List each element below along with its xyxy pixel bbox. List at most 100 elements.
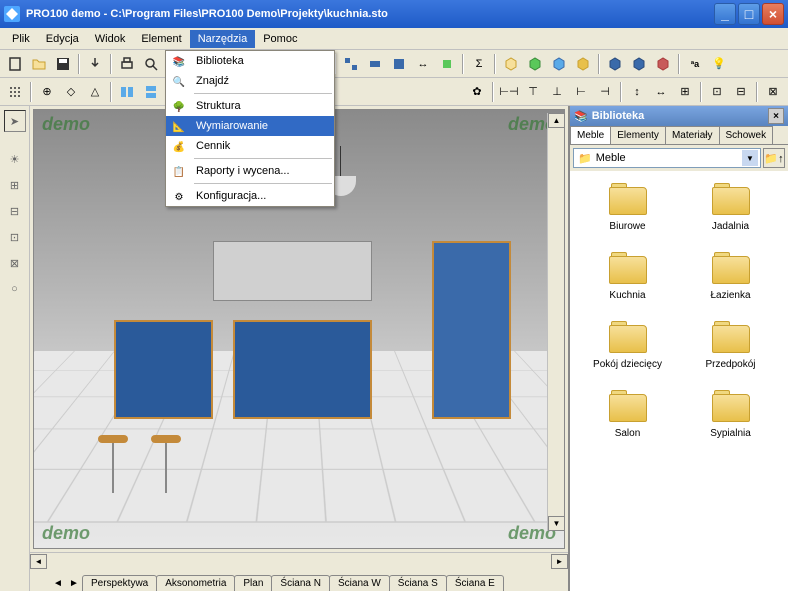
dim3-button[interactable]: ⊥ bbox=[546, 81, 568, 103]
box7-button[interactable] bbox=[652, 53, 674, 75]
folder-item[interactable]: Przedpokój bbox=[681, 317, 780, 374]
tab-nav-right[interactable]: ► bbox=[66, 575, 82, 591]
dim1-button[interactable]: ⊢⊣ bbox=[498, 81, 520, 103]
align2-button[interactable] bbox=[140, 81, 162, 103]
view-tab[interactable]: Ściana N bbox=[271, 575, 330, 591]
view-tab[interactable]: Aksonometria bbox=[156, 575, 235, 591]
menu-item-config[interactable]: ⚙Konfiguracja... bbox=[166, 186, 334, 206]
tool-e-button[interactable] bbox=[436, 53, 458, 75]
lt-tool2[interactable]: ⊟ bbox=[4, 200, 26, 222]
snap3-button[interactable]: △ bbox=[84, 81, 106, 103]
dim9-button[interactable]: ⊡ bbox=[706, 81, 728, 103]
menu-item-widok[interactable]: Widok bbox=[87, 30, 134, 48]
menu-item-edycja[interactable]: Edycja bbox=[38, 30, 87, 48]
watermark: demo bbox=[42, 114, 90, 135]
lt-tool4[interactable]: ⊠ bbox=[4, 252, 26, 274]
lt-tool3[interactable]: ⊡ bbox=[4, 226, 26, 248]
menu-item-find[interactable]: 🔍 Znajdź bbox=[166, 71, 334, 91]
library-title: Biblioteka bbox=[592, 110, 645, 122]
library-tab[interactable]: Materiały bbox=[665, 126, 720, 144]
scroll-vertical[interactable]: ▲ ▼ bbox=[547, 113, 564, 531]
tool-resize-button[interactable]: ↔ bbox=[412, 53, 434, 75]
open-button[interactable] bbox=[28, 53, 50, 75]
menu-item-plik[interactable]: Plik bbox=[4, 30, 38, 48]
view-tab[interactable]: Ściana E bbox=[446, 575, 504, 591]
dim7-button[interactable]: ↔ bbox=[650, 81, 672, 103]
library-content: BiuroweJadalniaKuchniaŁazienkaPokój dzie… bbox=[570, 171, 788, 591]
dim11-button[interactable]: ⊠ bbox=[762, 81, 784, 103]
menu-item-dimension[interactable]: 📐Wymiarowanie bbox=[166, 116, 334, 136]
menu-item-tree[interactable]: 🌳Struktura bbox=[166, 96, 334, 116]
scroll-horizontal[interactable]: ◄ ► bbox=[30, 552, 568, 569]
find-icon: 🔍 bbox=[170, 73, 188, 91]
tool-c-button[interactable] bbox=[364, 53, 386, 75]
menu-item-price[interactable]: 💰Cennik bbox=[166, 136, 334, 156]
bulb-button[interactable]: 💡 bbox=[708, 53, 730, 75]
dim10-button[interactable]: ⊟ bbox=[730, 81, 752, 103]
menu-bar: PlikEdycjaWidokElementNarzędziaPomoc bbox=[0, 28, 788, 50]
tab-nav-left[interactable]: ◄ bbox=[50, 575, 66, 591]
text-button[interactable]: ªa bbox=[684, 53, 706, 75]
minimize-button[interactable]: _ bbox=[714, 3, 736, 25]
sum-button[interactable]: Σ bbox=[468, 53, 490, 75]
print-button[interactable] bbox=[116, 53, 138, 75]
box4-button[interactable] bbox=[572, 53, 594, 75]
snap2-button[interactable]: ◇ bbox=[60, 81, 82, 103]
menu-item-pomoc[interactable]: Pomoc bbox=[255, 30, 305, 48]
tool-b-button[interactable] bbox=[340, 53, 362, 75]
menu-item-label: Raporty i wycena... bbox=[196, 165, 290, 177]
library-icon: 📚 bbox=[170, 53, 188, 71]
snap1-button[interactable]: ⊕ bbox=[36, 81, 58, 103]
box1-button[interactable] bbox=[500, 53, 522, 75]
tool-d-button[interactable] bbox=[388, 53, 410, 75]
box6-button[interactable] bbox=[628, 53, 650, 75]
menu-item-library[interactable]: 📚Biblioteka bbox=[166, 51, 334, 71]
maximize-button[interactable]: □ bbox=[738, 3, 760, 25]
box3-button[interactable] bbox=[548, 53, 570, 75]
library-tab[interactable]: Schowek bbox=[719, 126, 774, 144]
view-tab[interactable]: Ściana S bbox=[389, 575, 447, 591]
toolbar-main: ✂ ↶ ↷ ↔ Σ ªa 💡 bbox=[0, 50, 788, 78]
folder-item[interactable]: Salon bbox=[578, 386, 677, 443]
dim6-button[interactable]: ↕ bbox=[626, 81, 648, 103]
view-tab[interactable]: Ściana W bbox=[329, 575, 390, 591]
flower-button[interactable]: ✿ bbox=[466, 81, 488, 103]
pointer-button[interactable]: ➤ bbox=[4, 110, 26, 132]
library-tab[interactable]: Elementy bbox=[610, 126, 666, 144]
folder-item[interactable]: Kuchnia bbox=[578, 248, 677, 305]
folder-item[interactable]: Pokój dziecięcy bbox=[578, 317, 677, 374]
dim8-button[interactable]: ⊞ bbox=[674, 81, 696, 103]
box5-button[interactable] bbox=[604, 53, 626, 75]
library-header: 📚 Biblioteka × bbox=[570, 106, 788, 126]
folder-item[interactable]: Sypialnia bbox=[681, 386, 780, 443]
library-folder-select[interactable]: 📁 Meble ▼ bbox=[573, 148, 761, 168]
box2-button[interactable] bbox=[524, 53, 546, 75]
folder-item[interactable]: Biurowe bbox=[578, 179, 677, 236]
grid-button[interactable] bbox=[4, 81, 26, 103]
dim4-button[interactable]: ⊢ bbox=[570, 81, 592, 103]
menu-item-label: Znajdź bbox=[196, 75, 229, 87]
folder-item[interactable]: Łazienka bbox=[681, 248, 780, 305]
dim2-button[interactable]: ⊤ bbox=[522, 81, 544, 103]
folder-icon: 📁 bbox=[578, 152, 592, 165]
light-button[interactable]: ☀ bbox=[4, 148, 26, 170]
view-tab[interactable]: Plan bbox=[234, 575, 272, 591]
lt-tool5[interactable]: ○ bbox=[4, 278, 26, 300]
folder-up-button[interactable]: 📁↑ bbox=[763, 148, 785, 168]
library-close-button[interactable]: × bbox=[768, 108, 784, 124]
view-tab[interactable]: Perspektywa bbox=[82, 575, 157, 591]
menu-item-element[interactable]: Element bbox=[133, 30, 189, 48]
menu-separator bbox=[194, 183, 332, 184]
lt-tool1[interactable]: ⊞ bbox=[4, 174, 26, 196]
align1-button[interactable] bbox=[116, 81, 138, 103]
save-button[interactable] bbox=[52, 53, 74, 75]
menu-item-report[interactable]: 📋Raporty i wycena... bbox=[166, 161, 334, 181]
folder-item[interactable]: Jadalnia bbox=[681, 179, 780, 236]
new-button[interactable] bbox=[4, 53, 26, 75]
import-button[interactable] bbox=[84, 53, 106, 75]
dim5-button[interactable]: ⊣ bbox=[594, 81, 616, 103]
menu-item-narzędzia[interactable]: Narzędzia bbox=[190, 30, 256, 48]
preview-button[interactable] bbox=[140, 53, 162, 75]
library-tab[interactable]: Meble bbox=[570, 126, 611, 144]
close-button[interactable]: × bbox=[762, 3, 784, 25]
